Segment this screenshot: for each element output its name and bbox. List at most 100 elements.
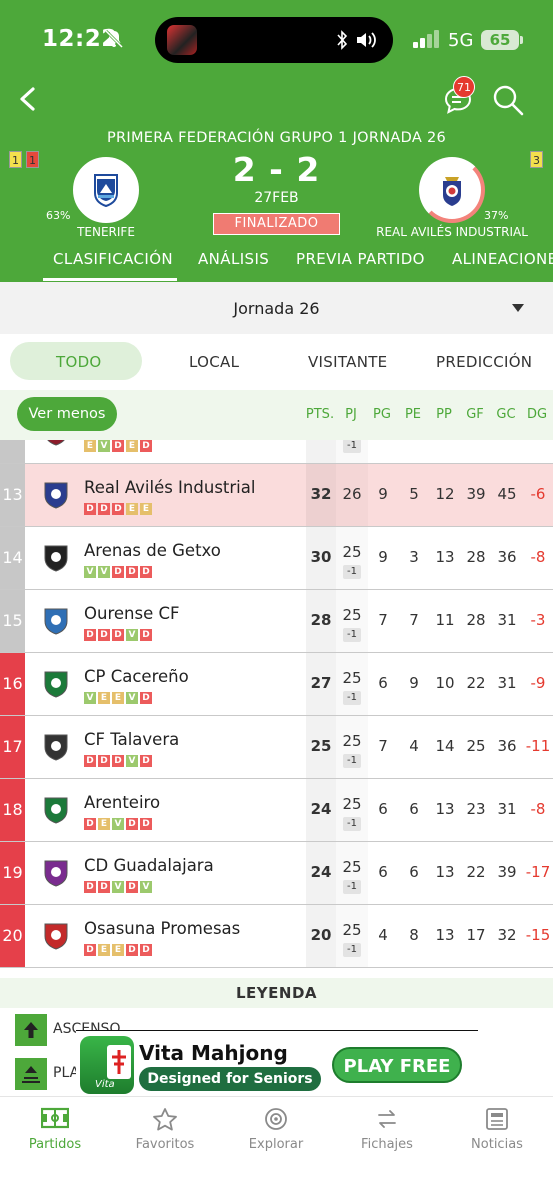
jornada-selector[interactable]: Jornada 26 bbox=[0, 282, 553, 334]
home-possession: 63% bbox=[46, 209, 71, 222]
team-crest-icon bbox=[44, 608, 68, 635]
tab-explorar[interactable]: Explorar bbox=[231, 1107, 321, 1152]
table-row[interactable]: 20 Osasuna Promesas D E E D D 20 25 -1 4 8 13 17 32 -15 bbox=[0, 905, 553, 968]
status-bar: 12:22 5G 65 bbox=[0, 0, 553, 80]
pe-cell: 5 bbox=[409, 485, 419, 503]
form-badge: V bbox=[84, 692, 96, 704]
tab-alineaciones[interactable]: ALINEACIONES bbox=[452, 250, 553, 268]
tab-label: Noticias bbox=[471, 1137, 523, 1152]
form-badge: D bbox=[112, 503, 124, 515]
dg-cell: -9 bbox=[530, 674, 546, 692]
match-score: 2 - 2 bbox=[232, 150, 321, 189]
col-pp[interactable]: PP bbox=[429, 407, 459, 422]
col-gf[interactable]: GF bbox=[460, 407, 490, 422]
away-yellow-cards: 3 bbox=[530, 151, 543, 168]
form-badge: E bbox=[98, 944, 110, 956]
pe-cell: 6 bbox=[409, 800, 419, 818]
gf-cell: 39 bbox=[466, 485, 486, 503]
gf-cell: 25 bbox=[466, 737, 486, 755]
table-row[interactable]: 14 Arenas de Getxo V V D D D 30 25 -1 9 3 13 28 36 -8 bbox=[0, 527, 553, 590]
col-pe[interactable]: PE bbox=[398, 407, 428, 422]
team-crest-icon bbox=[44, 860, 68, 887]
dynamic-island[interactable] bbox=[155, 17, 393, 63]
table-row[interactable]: 19 CD Guadalajara D D V D V 24 25 -1 6 6 13 22 39 -17 bbox=[0, 842, 553, 905]
ad-play-button[interactable]: PLAY FREE bbox=[332, 1047, 462, 1083]
form-badge: D bbox=[84, 503, 96, 515]
tab-label: Partidos bbox=[28, 1137, 82, 1152]
tab-label: Explorar bbox=[248, 1137, 304, 1152]
col-dg[interactable]: DG bbox=[522, 407, 552, 422]
gc-cell: 45 bbox=[497, 485, 517, 503]
team-name[interactable]: CP Cacereño bbox=[84, 667, 189, 686]
recent-form: DDDEE bbox=[84, 503, 154, 515]
ver-menos-button[interactable]: Ver menos bbox=[17, 397, 117, 431]
pe-cell: 4 bbox=[409, 737, 419, 755]
back-button[interactable] bbox=[14, 84, 42, 114]
table-row[interactable]: 17 CF Talavera D D D V D 25 25 -1 7 4 14 25 36 -11 bbox=[0, 716, 553, 779]
played-cell: 25 bbox=[342, 606, 362, 624]
gc-cell: 31 bbox=[497, 611, 517, 629]
dg-cell: -17 bbox=[525, 863, 551, 881]
team-name[interactable]: CD Guadalajara bbox=[84, 856, 214, 875]
recent-form: DDDVD bbox=[84, 629, 154, 641]
tab-analisis[interactable]: ANÁLISIS bbox=[198, 250, 269, 268]
team-crest-icon bbox=[44, 482, 68, 509]
pp-cell: 13 bbox=[435, 926, 455, 944]
form-badge: D bbox=[84, 881, 96, 893]
competition-title[interactable]: PRIMERA FEDERACIÓN GRUPO 1 JORNADA 26 bbox=[0, 130, 553, 146]
home-team-name[interactable]: TENERIFE bbox=[40, 225, 172, 239]
tab-partidos[interactable]: Partidos bbox=[10, 1107, 100, 1152]
pending-games-badge: -1 bbox=[343, 628, 361, 642]
table-row[interactable]: 16 CP Cacereño V E E V D 27 25 -1 6 9 10 22 31 -9 bbox=[0, 653, 553, 716]
filter-local[interactable]: LOCAL bbox=[189, 353, 239, 371]
table-row[interactable]: 15 Ourense CF D D D V D 28 25 -1 7 7 11 28 31 -3 bbox=[0, 590, 553, 653]
tab-clasificacion[interactable]: CLASIFICACIÓN bbox=[53, 250, 173, 268]
form-badge: D bbox=[126, 818, 138, 830]
pts-column-bg bbox=[306, 440, 336, 463]
col-pj[interactable]: PJ bbox=[336, 407, 366, 422]
away-team-name[interactable]: REAL AVILÉS INDUSTRIAL bbox=[372, 225, 532, 239]
pe-cell: 7 bbox=[409, 611, 419, 629]
match-header: 71 PRIMERA FEDERACIÓN GRUPO 1 JORNADA 26… bbox=[0, 76, 553, 282]
team-name[interactable]: CF Talavera bbox=[84, 730, 179, 749]
ad-banner[interactable]: Vita Vita Mahjong Designed for Seniors P… bbox=[76, 1030, 478, 1096]
recent-form: DDDVD bbox=[84, 755, 154, 767]
pe-cell: 8 bbox=[409, 926, 419, 944]
pg-cell: 6 bbox=[378, 800, 388, 818]
pp-cell: 13 bbox=[435, 800, 455, 818]
form-badge: D bbox=[140, 944, 152, 956]
team-name[interactable]: Real Avilés Industrial bbox=[84, 478, 255, 497]
form-badge: D bbox=[140, 566, 152, 578]
tab-fichajes[interactable]: Fichajes bbox=[342, 1107, 432, 1152]
col-pg[interactable]: PG bbox=[367, 407, 397, 422]
table-row[interactable]: 13 Real Avilés Industrial D D D E E 32 26 9 5 12 39 4… bbox=[0, 464, 553, 527]
form-badge: E bbox=[126, 503, 138, 515]
search-icon[interactable] bbox=[492, 84, 524, 116]
played-cell: 25 bbox=[342, 795, 362, 813]
team-name[interactable]: Arenas de Getxo bbox=[84, 541, 221, 560]
pp-cell: 10 bbox=[435, 674, 455, 692]
table-row[interactable]: 12Zamora CFEVDED3525-19883230+2 bbox=[0, 440, 553, 464]
col-gc[interactable]: GC bbox=[491, 407, 521, 422]
gf-cell: 17 bbox=[466, 926, 486, 944]
table-row[interactable]: 18 Arenteiro D E V D D 24 25 -1 6 6 13 23 31 -8 bbox=[0, 779, 553, 842]
filter-prediccion[interactable]: PREDICCIÓN bbox=[436, 353, 532, 371]
filter-visitante[interactable]: VISITANTE bbox=[308, 353, 387, 371]
team-name[interactable]: Osasuna Promesas bbox=[84, 919, 240, 938]
gf-cell: 28 bbox=[466, 611, 486, 629]
pg-cell: 4 bbox=[378, 926, 388, 944]
away-possession: 37% bbox=[484, 209, 509, 222]
filter-todo[interactable]: TODO bbox=[56, 353, 102, 371]
tab-previa-partido[interactable]: PREVIA PARTIDO bbox=[296, 250, 425, 268]
team-name[interactable]: Arenteiro bbox=[84, 793, 160, 812]
form-badge: D bbox=[140, 755, 152, 767]
team-name[interactable]: Ourense CF bbox=[84, 604, 179, 623]
tab-favoritos[interactable]: Favoritos bbox=[120, 1107, 210, 1152]
dropdown-arrow-icon bbox=[512, 304, 524, 312]
team-crest-icon bbox=[44, 671, 68, 698]
real-aviles-crest-icon[interactable] bbox=[433, 171, 471, 209]
tab-noticias[interactable]: Noticias bbox=[452, 1107, 542, 1152]
bell-muted-icon bbox=[104, 29, 124, 49]
col-pts[interactable]: PTS. bbox=[305, 407, 335, 422]
tenerife-crest-icon[interactable] bbox=[87, 171, 125, 209]
